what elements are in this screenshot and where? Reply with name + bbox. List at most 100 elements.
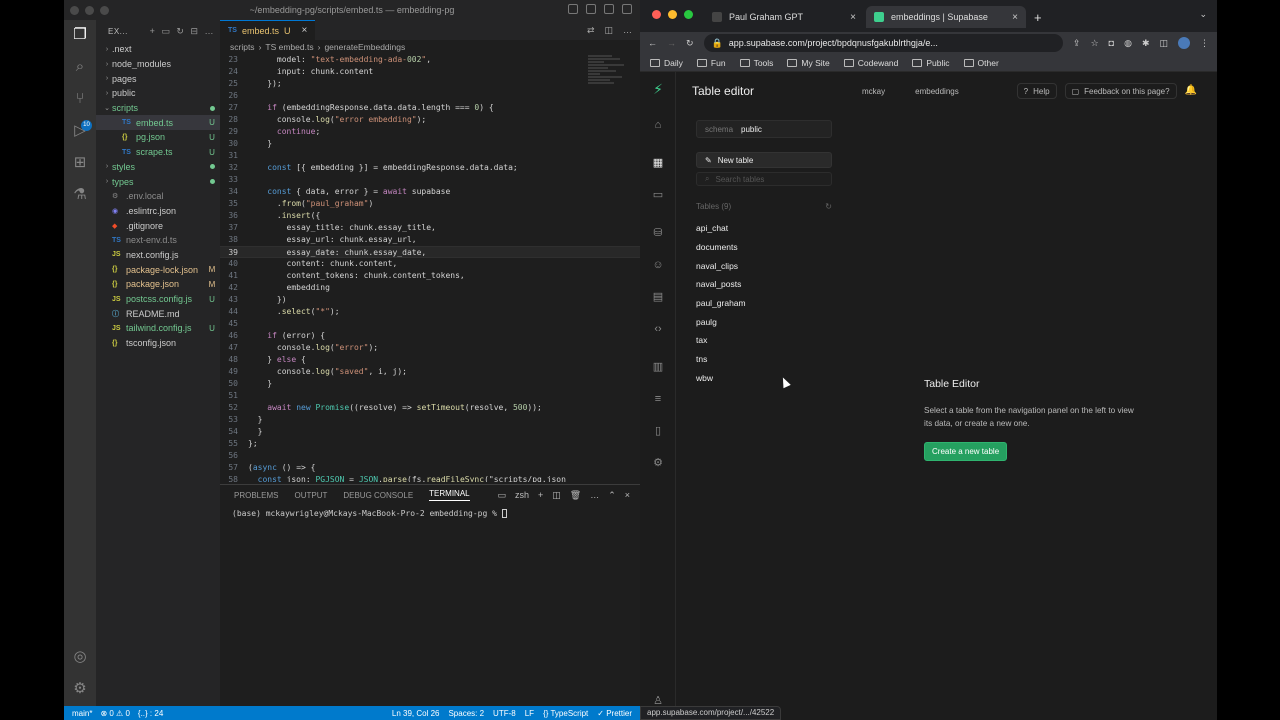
- tab-search-icon[interactable]: ⌄: [1199, 9, 1207, 20]
- code-line[interactable]: 26: [220, 90, 640, 102]
- tree-item[interactable]: › public: [96, 86, 220, 101]
- run-debug-icon[interactable]: ▷: [71, 122, 89, 140]
- extensions-icon[interactable]: ⊞: [71, 154, 89, 172]
- table-list-item[interactable]: api_chat: [696, 219, 832, 238]
- code-line[interactable]: 40 content: chunk.content,: [220, 258, 640, 270]
- tab-embed-ts[interactable]: TS embed.ts U ×: [220, 20, 316, 40]
- code-line[interactable]: 28 console.log("error embedding");: [220, 114, 640, 126]
- forward-icon[interactable]: →: [667, 38, 676, 48]
- code-line[interactable]: 42 embedding: [220, 282, 640, 294]
- code-line[interactable]: 45: [220, 318, 640, 330]
- functions-icon[interactable]: ‹›: [651, 322, 665, 336]
- tree-item[interactable]: ⚙ .env.local: [96, 189, 220, 204]
- code-line[interactable]: 23 model: "text-embedding-ada-002",: [220, 54, 640, 66]
- code-line[interactable]: 43 }): [220, 294, 640, 306]
- status-right-item[interactable]: LF: [525, 709, 534, 718]
- create-table-button[interactable]: Create a new table: [924, 442, 1008, 461]
- share-icon[interactable]: ⇪: [1073, 38, 1081, 49]
- code-line[interactable]: 48 } else {: [220, 354, 640, 366]
- code-editor[interactable]: 23 model: "text-embedding-ada-002", 24 in…: [220, 54, 640, 482]
- more-icon[interactable]: …: [205, 26, 215, 37]
- code-line[interactable]: 36 .insert({: [220, 210, 640, 222]
- code-line[interactable]: 46 if (error) {: [220, 330, 640, 342]
- code-line[interactable]: 38 essay_url: chunk.essay_url,: [220, 234, 640, 246]
- browser-tab-paul-graham-gpt[interactable]: Paul Graham GPT ×: [704, 6, 864, 28]
- settings-gear-icon[interactable]: ⚙: [651, 456, 665, 470]
- code-line[interactable]: 25 });: [220, 78, 640, 90]
- close-panel-icon[interactable]: ×: [625, 490, 630, 501]
- code-line[interactable]: 27 if (embeddingResponse.data.data.lengt…: [220, 102, 640, 114]
- code-line[interactable]: 49 console.log("saved", i, j);: [220, 366, 640, 378]
- account-icon[interactable]: ◎: [71, 648, 89, 666]
- browser-window-controls[interactable]: [652, 10, 693, 19]
- minimap[interactable]: [588, 54, 628, 144]
- database-icon[interactable]: ⛁: [651, 226, 665, 240]
- reload-icon[interactable]: ↻: [686, 38, 694, 49]
- sql-editor-icon[interactable]: ▭: [651, 188, 665, 202]
- code-line[interactable]: 56: [220, 450, 640, 462]
- breadcrumb-org[interactable]: mckay: [862, 87, 885, 96]
- code-line[interactable]: 47 console.log("error");: [220, 342, 640, 354]
- url-field[interactable]: 🔒 app.supabase.com/project/bpdqnusfgakub…: [703, 34, 1064, 52]
- storage-icon[interactable]: ▤: [651, 290, 665, 304]
- tree-item[interactable]: › pages: [96, 71, 220, 86]
- table-editor-icon[interactable]: ▦: [651, 156, 665, 170]
- tree-item[interactable]: {} tsconfig.json: [96, 336, 220, 351]
- home-icon[interactable]: ⌂: [651, 118, 665, 132]
- help-button[interactable]: ? Help: [1016, 83, 1057, 99]
- refresh-icon[interactable]: ↻: [176, 26, 184, 37]
- bookmark-tools[interactable]: Tools: [739, 58, 773, 68]
- tab-close-icon[interactable]: ×: [301, 25, 307, 36]
- explorer-icon[interactable]: ❐: [71, 26, 89, 44]
- bookmark-fun[interactable]: Fun: [696, 58, 726, 68]
- breadcrumb-item[interactable]: TS embed.ts: [265, 42, 313, 52]
- status-right-item[interactable]: ✓ Prettier: [597, 709, 632, 718]
- code-line[interactable]: 55};: [220, 438, 640, 450]
- bookmark-other[interactable]: Other: [963, 58, 999, 68]
- menu-icon[interactable]: ⋮: [1200, 38, 1209, 49]
- panel-tab-problems[interactable]: PROBLEMS: [234, 491, 278, 500]
- code-line[interactable]: 24 input: chunk.content: [220, 66, 640, 78]
- code-line[interactable]: 58 const json: PGJSON = JSON.parse(fs.re…: [220, 474, 640, 482]
- code-line[interactable]: 51: [220, 390, 640, 402]
- bookmark-daily[interactable]: Daily: [650, 58, 683, 68]
- bookmark-codewand[interactable]: Codewand: [843, 58, 898, 68]
- code-line[interactable]: 50 }: [220, 378, 640, 390]
- refresh-icon[interactable]: ↻: [825, 202, 832, 211]
- code-line[interactable]: 34 const { data, error } = await supabas…: [220, 186, 640, 198]
- tree-item[interactable]: TS embed.ts U: [96, 115, 220, 131]
- code-line[interactable]: 33: [220, 174, 640, 186]
- testing-icon[interactable]: ⚗: [71, 186, 89, 204]
- tree-item[interactable]: TS next-env.d.ts: [96, 233, 220, 248]
- more-icon[interactable]: …: [590, 490, 599, 501]
- schema-select[interactable]: schema public: [696, 120, 832, 138]
- status-right-item[interactable]: {} TypeScript: [543, 709, 588, 718]
- tree-item[interactable]: JS tailwind.config.js U: [96, 321, 220, 336]
- status-left-item[interactable]: main*: [72, 709, 92, 718]
- tree-item[interactable]: JS postcss.config.js U: [96, 292, 220, 307]
- back-icon[interactable]: ←: [648, 38, 657, 48]
- code-line[interactable]: 52 await new Promise((resolve) => setTim…: [220, 402, 640, 414]
- shell-label[interactable]: zsh: [515, 490, 529, 501]
- split-editor-icon[interactable]: ◫: [604, 25, 613, 36]
- browser-tab-supabase[interactable]: embeddings | Supabase ×: [866, 6, 1026, 28]
- code-line[interactable]: 37 essay_title: chunk.essay_title,: [220, 222, 640, 234]
- sidebar-icon[interactable]: ◫: [1159, 38, 1168, 49]
- notifications-bell-icon[interactable]: 🔔: [1185, 83, 1197, 99]
- code-line[interactable]: 32 const [{ embedding }] = embeddingResp…: [220, 162, 640, 174]
- tree-item[interactable]: JS next.config.js: [96, 248, 220, 263]
- code-line[interactable]: 30 }: [220, 138, 640, 150]
- table-list-item[interactable]: tax: [696, 331, 832, 350]
- tree-item[interactable]: ⌄ scripts: [96, 101, 220, 116]
- layout-controls[interactable]: [568, 4, 632, 14]
- supabase-logo-icon[interactable]: ⚡: [651, 82, 665, 96]
- table-list-item[interactable]: naval_posts: [696, 275, 832, 294]
- new-table-button[interactable]: ✎ New table: [696, 152, 832, 168]
- panel-tab-debug-console[interactable]: DEBUG CONSOLE: [343, 491, 413, 500]
- tab-close-icon[interactable]: ×: [850, 12, 856, 23]
- new-terminal-icon[interactable]: +: [538, 490, 543, 501]
- table-list-item[interactable]: documents: [696, 238, 832, 257]
- profile-avatar[interactable]: [1178, 37, 1190, 49]
- tree-item[interactable]: ◆ .gitignore: [96, 218, 220, 233]
- table-list-item[interactable]: naval_clips: [696, 256, 832, 275]
